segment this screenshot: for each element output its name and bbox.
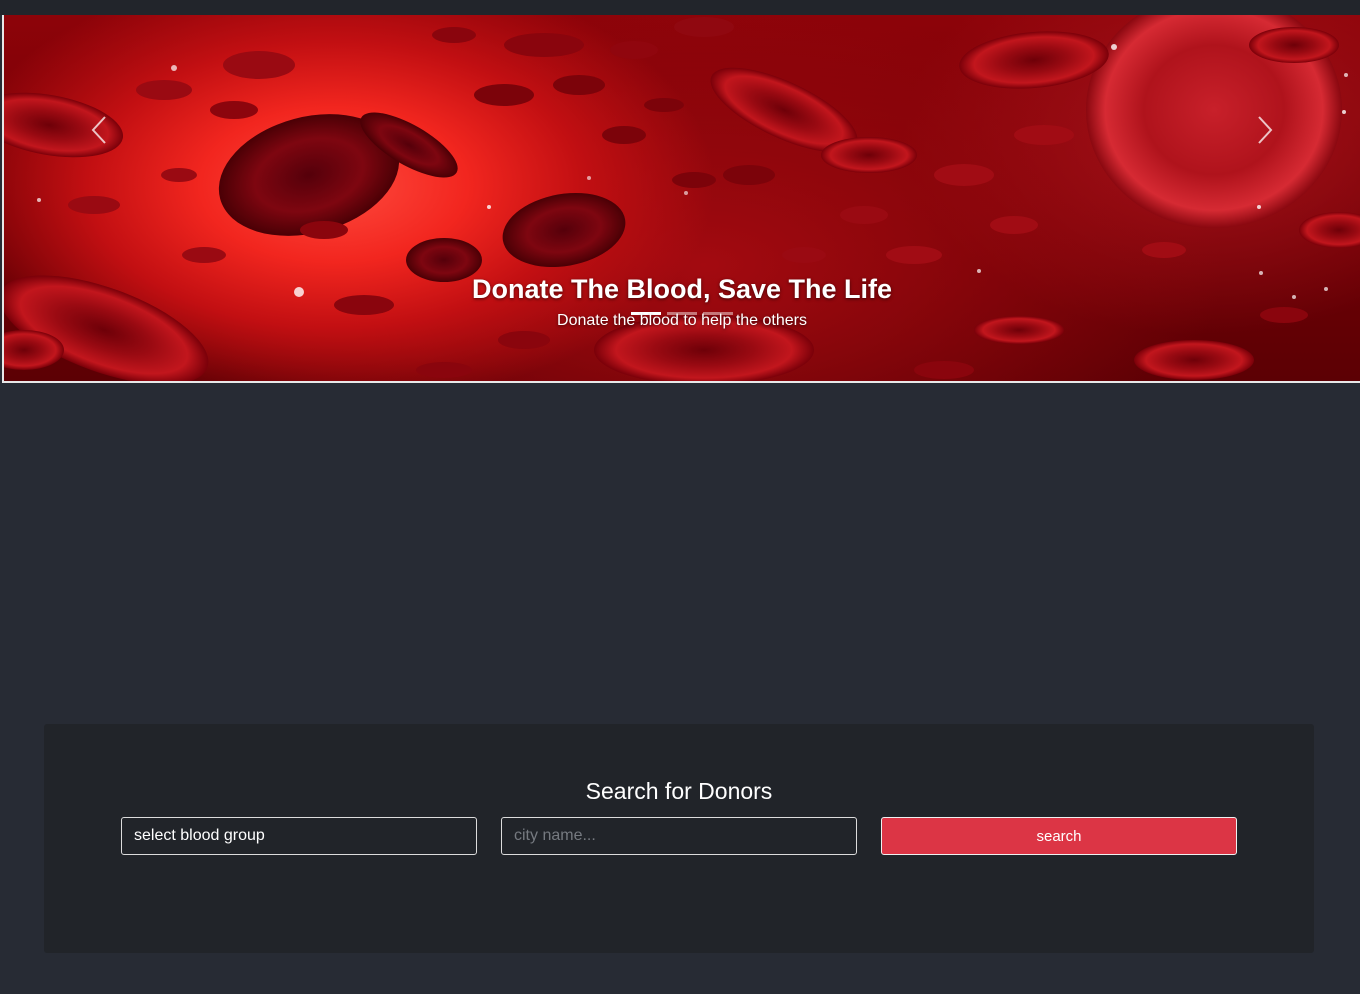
- search-button[interactable]: search: [881, 817, 1237, 855]
- city-name-input[interactable]: [501, 817, 857, 855]
- blood-group-select[interactable]: select blood group: [121, 817, 477, 855]
- hero-carousel: Donate The Blood, Save The Life Donate t…: [2, 15, 1360, 383]
- carousel-caption: Donate The Blood, Save The Life Donate t…: [4, 272, 1360, 331]
- chevron-left-icon: [91, 116, 106, 144]
- donor-search-panel: Search for Donors select blood group sea…: [44, 724, 1314, 953]
- top-bar: [0, 0, 1360, 15]
- chevron-right-icon: [1258, 116, 1273, 144]
- carousel-next-button[interactable]: [1170, 15, 1360, 245]
- carousel-prev-button[interactable]: [4, 15, 194, 245]
- caption-title: Donate The Blood, Save The Life: [471, 274, 893, 304]
- search-title: Search for Donors: [585, 778, 773, 804]
- blood-group-select-value: select blood group: [134, 827, 265, 844]
- caption-subtitle: Donate the blood to help the others: [557, 312, 807, 329]
